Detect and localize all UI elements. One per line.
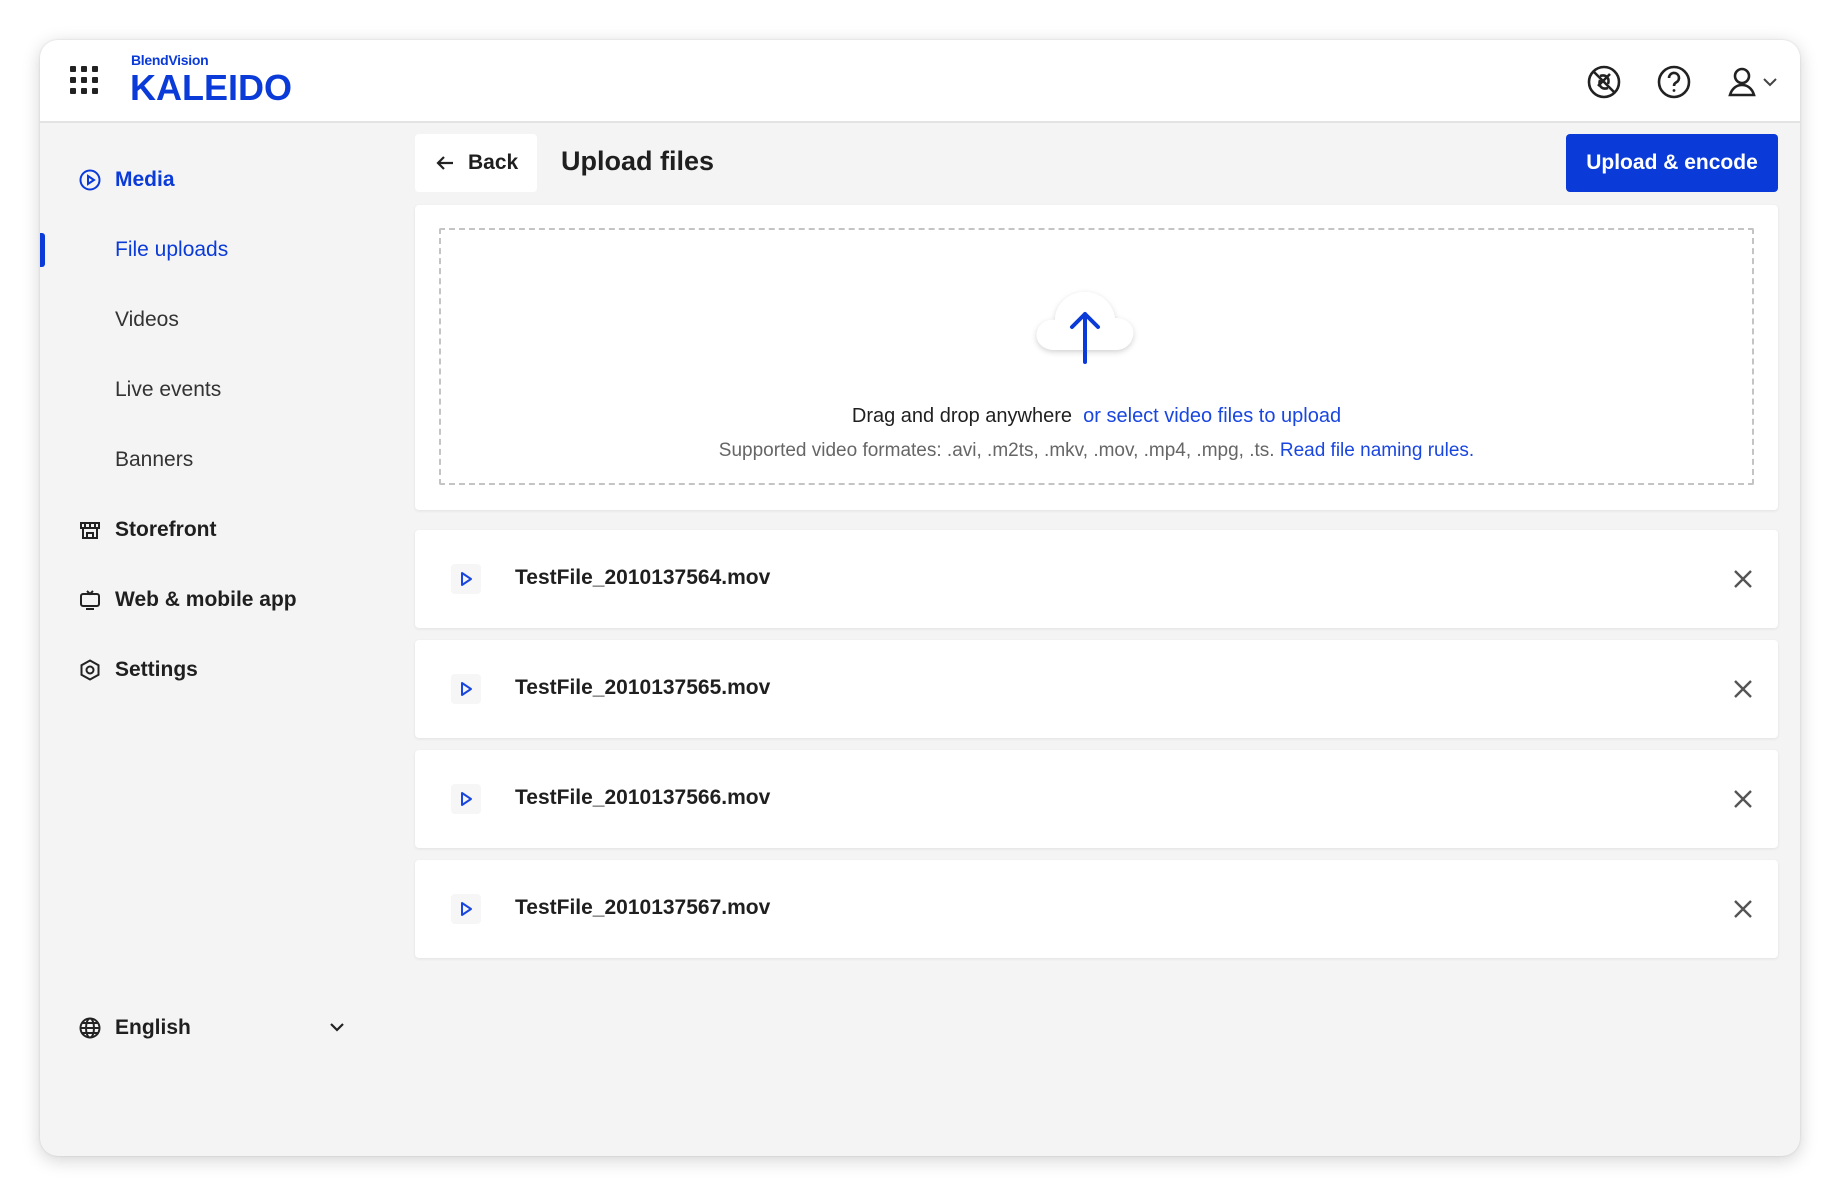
storefront-icon — [78, 518, 102, 542]
sidebar-item-file-uploads[interactable]: File uploads — [40, 215, 410, 285]
page-title: Upload files — [561, 146, 715, 176]
brand-subtitle: BlendVision — [131, 52, 209, 68]
sidebar: Media File uploads Videos Live events Ba… — [40, 125, 410, 1156]
sidebar-item-label: Web & mobile app — [115, 588, 297, 611]
play-icon — [451, 564, 481, 594]
dropzone-instructions: Drag and drop anywhere or select video f… — [441, 405, 1752, 428]
user-icon[interactable] — [1722, 62, 1762, 102]
close-icon[interactable] — [1727, 893, 1759, 925]
language-selector[interactable]: English — [40, 1003, 410, 1053]
close-icon[interactable] — [1727, 673, 1759, 705]
sidebar-item-media[interactable]: Media — [40, 145, 410, 215]
sidebar-item-label: Banners — [115, 448, 194, 471]
file-name: TestFile_2010137564.mov — [515, 566, 771, 589]
arrow-left-icon — [436, 156, 453, 170]
supported-formats-text: Supported video formates: .avi, .m2ts, .… — [718, 440, 1275, 461]
sidebar-item-storefront[interactable]: Storefront — [40, 495, 410, 565]
tv-icon — [78, 588, 102, 612]
sidebar-item-label: File uploads — [115, 238, 229, 261]
dropzone-card: Drag and drop anywhere or select video f… — [415, 205, 1778, 510]
help-icon[interactable] — [1654, 62, 1694, 102]
sidebar-item-settings[interactable]: Settings — [40, 635, 410, 705]
language-label: English — [115, 1016, 191, 1039]
no-tracking-icon[interactable] — [1584, 62, 1624, 102]
file-row: TestFile_2010137566.mov — [415, 750, 1778, 848]
file-dropzone[interactable]: Drag and drop anywhere or select video f… — [439, 228, 1754, 485]
cloud-upload-icon — [1029, 280, 1141, 365]
play-icon — [451, 894, 481, 924]
play-icon — [451, 674, 481, 704]
supported-formats: Supported video formates: .avi, .m2ts, .… — [441, 440, 1752, 462]
file-row: TestFile_2010137565.mov — [415, 640, 1778, 738]
back-button[interactable]: Back — [415, 134, 537, 192]
sidebar-item-label: Videos — [115, 308, 179, 331]
file-name: TestFile_2010137567.mov — [515, 896, 771, 919]
file-row: TestFile_2010137567.mov — [415, 860, 1778, 958]
sidebar-item-videos[interactable]: Videos — [40, 285, 410, 355]
brand-logo[interactable]: KALEIDO — [130, 68, 292, 108]
play-icon — [451, 784, 481, 814]
chevron-down-icon — [326, 1016, 348, 1038]
globe-icon — [78, 1016, 102, 1040]
sidebar-item-label: Live events — [115, 378, 222, 401]
sidebar-item-label: Storefront — [115, 518, 217, 541]
dropzone-prefix: Drag and drop anywhere — [851, 405, 1073, 427]
file-row: TestFile_2010137564.mov — [415, 530, 1778, 628]
sidebar-item-label: Media — [115, 168, 175, 191]
sidebar-item-banners[interactable]: Banners — [40, 425, 410, 495]
naming-rules-link[interactable]: Read file naming rules. — [1280, 440, 1474, 461]
apps-grid-icon[interactable] — [70, 66, 100, 96]
file-name: TestFile_2010137566.mov — [515, 786, 771, 809]
top-header: BlendVision KALEIDO — [40, 40, 1800, 123]
chevron-down-icon[interactable] — [1760, 72, 1780, 92]
upload-encode-button[interactable]: Upload & encode — [1566, 134, 1778, 192]
close-icon[interactable] — [1727, 563, 1759, 595]
play-circle-icon — [78, 168, 102, 192]
sidebar-item-label: Settings — [115, 658, 198, 681]
active-indicator — [40, 233, 45, 267]
back-button-label: Back — [468, 151, 519, 174]
app-window: BlendVision KALEIDO Media File uploads V… — [40, 40, 1800, 1156]
close-icon[interactable] — [1727, 783, 1759, 815]
select-files-link[interactable]: or select video files to upload — [1083, 405, 1341, 427]
file-name: TestFile_2010137565.mov — [515, 676, 771, 699]
sidebar-item-live-events[interactable]: Live events — [40, 355, 410, 425]
sidebar-item-web-mobile-app[interactable]: Web & mobile app — [40, 565, 410, 635]
gear-icon — [78, 658, 102, 682]
